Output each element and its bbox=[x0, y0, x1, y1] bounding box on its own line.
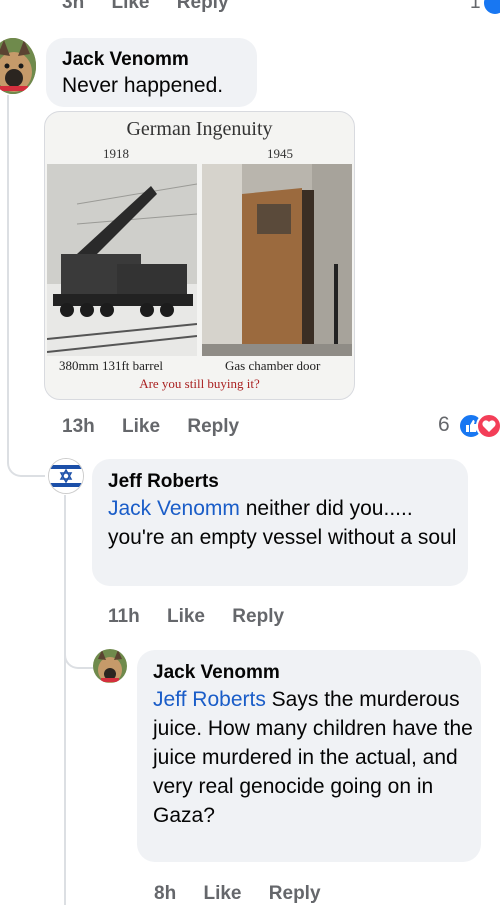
thread-line-curve bbox=[7, 455, 45, 477]
comment-time[interactable]: 13h bbox=[62, 416, 95, 437]
meme-year-right: 1945 bbox=[267, 146, 293, 161]
previous-comment-actions: 3h Like Reply bbox=[62, 0, 251, 14]
comment-bubble: Jack Venomm Never happened. bbox=[46, 38, 257, 107]
comment-author[interactable]: Jack Venomm bbox=[153, 662, 280, 684]
comment-time[interactable]: 3h bbox=[62, 0, 84, 13]
comment-actions: 13h Like Reply bbox=[62, 416, 261, 438]
reaction-count: 6 bbox=[438, 413, 450, 436]
thread-line bbox=[64, 495, 66, 905]
reply-button[interactable]: Reply bbox=[232, 606, 284, 627]
comment-time[interactable]: 11h bbox=[108, 606, 140, 627]
mention-link[interactable]: Jeff Roberts bbox=[153, 688, 266, 711]
meme-image[interactable]: German Ingenuity 1918 1945 380mm 131ft b… bbox=[44, 111, 355, 400]
meme-year-left: 1918 bbox=[103, 146, 129, 161]
comment-actions: 11h Like Reply bbox=[108, 606, 306, 628]
comment-actions: 8h Like Reply bbox=[154, 883, 343, 905]
like-reaction-icon bbox=[482, 0, 500, 16]
reply-button[interactable]: Reply bbox=[187, 416, 239, 437]
like-button[interactable]: Like bbox=[167, 606, 205, 627]
meme-question: Are you still buying it? bbox=[139, 376, 260, 391]
meme-title: German Ingenuity bbox=[126, 118, 273, 140]
comment-text: Never happened. bbox=[62, 74, 224, 97]
comment-text: Jeff Roberts Says the murderous juice. H… bbox=[153, 685, 475, 830]
meme-caption-left: 380mm 131ft barrel bbox=[59, 358, 163, 373]
like-button[interactable]: Like bbox=[111, 0, 149, 13]
reply-button[interactable]: Reply bbox=[177, 0, 229, 13]
comment-bubble: Jeff Roberts Jack Venomm neither did you… bbox=[92, 459, 468, 586]
reaction-count-cutoff[interactable]: 1 bbox=[470, 0, 481, 14]
mention-link[interactable]: Jack Venomm bbox=[108, 497, 240, 520]
railway-gun-photo bbox=[47, 164, 197, 356]
meme-caption-right: Gas chamber door bbox=[225, 358, 321, 373]
comment-author[interactable]: Jack Venomm bbox=[62, 49, 189, 71]
thread-line-curve bbox=[64, 645, 94, 669]
comment-bubble: Jack Venomm Jeff Roberts Says the murder… bbox=[137, 650, 481, 862]
thread-line bbox=[7, 95, 9, 460]
comment-author[interactable]: Jeff Roberts bbox=[108, 471, 219, 493]
heart-reaction-icon bbox=[476, 413, 500, 439]
avatar[interactable] bbox=[93, 649, 127, 683]
like-button[interactable]: Like bbox=[122, 416, 160, 437]
comment-time[interactable]: 8h bbox=[154, 883, 176, 904]
gas-chamber-door-photo bbox=[202, 164, 352, 356]
reply-button[interactable]: Reply bbox=[269, 883, 321, 904]
israel-flag-icon bbox=[49, 459, 83, 493]
avatar[interactable] bbox=[48, 458, 84, 494]
comment-text: Jack Venomm neither did you..... you're … bbox=[108, 494, 460, 552]
avatar[interactable] bbox=[0, 38, 36, 94]
like-button[interactable]: Like bbox=[203, 883, 241, 904]
